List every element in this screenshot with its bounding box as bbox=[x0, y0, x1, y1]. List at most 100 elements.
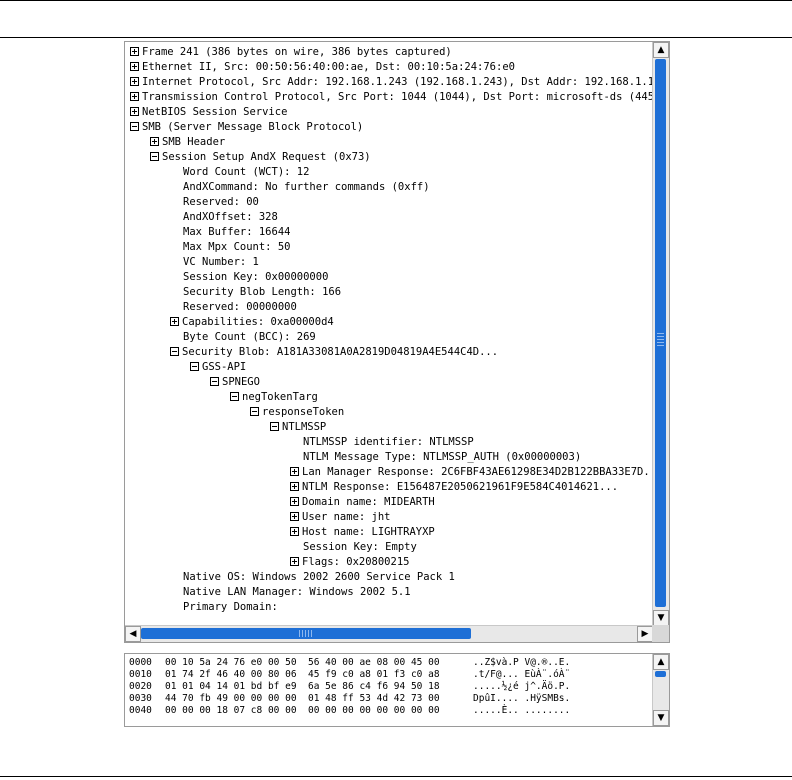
expand-plus-icon[interactable] bbox=[130, 92, 139, 101]
tree-row[interactable]: Max Mpx Count: 50 bbox=[183, 240, 290, 255]
packet-details-vertical-scrollbar[interactable]: ▲ ▼ bbox=[652, 42, 669, 626]
tree-row[interactable]: Security Blob Length: 166 bbox=[183, 285, 341, 300]
tree-row[interactable]: Reserved: 00000000 bbox=[183, 300, 297, 315]
tree-row[interactable]: Flags: 0x20800215 bbox=[290, 555, 409, 570]
tree-row[interactable]: Host name: LIGHTRAYXP bbox=[290, 525, 435, 540]
tree-row[interactable]: User name: jht bbox=[290, 510, 391, 525]
packet-bytes-pane[interactable]: 0000 00 10 5a 24 76 e0 00 50 56 40 00 ae … bbox=[124, 653, 670, 727]
vertical-scroll-thumb[interactable] bbox=[655, 671, 666, 677]
tree-row[interactable]: Reserved: 00 bbox=[183, 195, 259, 210]
tree-row-label: Reserved: 00 bbox=[183, 196, 259, 208]
packet-bytes-vertical-scrollbar[interactable]: ▲ ▼ bbox=[652, 654, 669, 726]
collapse-minus-icon[interactable] bbox=[230, 392, 239, 401]
expand-plus-icon[interactable] bbox=[290, 557, 299, 566]
collapse-minus-icon[interactable] bbox=[210, 377, 219, 386]
tree-row-label: Frame 241 (386 bytes on wire, 386 bytes … bbox=[142, 46, 452, 58]
tree-row[interactable]: Security Blob: A181A33081A0A2819D04819A4… bbox=[170, 345, 498, 360]
tree-row-label: Word Count (WCT): 12 bbox=[183, 166, 310, 178]
packet-details-tree[interactable]: Frame 241 (386 bytes on wire, 386 bytes … bbox=[125, 42, 653, 626]
tree-row[interactable]: Word Count (WCT): 12 bbox=[183, 165, 309, 180]
tree-row[interactable]: Session Setup AndX Request (0x73) bbox=[150, 150, 371, 165]
tree-row-label: SPNEGO bbox=[222, 376, 260, 388]
tree-row-label: User name: jht bbox=[302, 511, 391, 523]
horizontal-scroll-thumb[interactable] bbox=[141, 628, 471, 639]
packet-details-pane[interactable]: Frame 241 (386 bytes on wire, 386 bytes … bbox=[124, 41, 670, 643]
tree-row[interactable]: Ethernet II, Src: 00:50:56:40:00:ae, Dst… bbox=[130, 60, 515, 75]
tree-row[interactable]: Domain name: MIDEARTH bbox=[290, 495, 435, 510]
tree-row[interactable]: negTokenTarg bbox=[230, 390, 318, 405]
tree-row[interactable]: Session Key: 0x00000000 bbox=[183, 270, 328, 285]
tree-row[interactable]: NTLMSSP bbox=[270, 420, 326, 435]
tree-row-label: Transmission Control Protocol, Src Port:… bbox=[142, 91, 653, 103]
hex-ascii: DpûI.... .HÿSMBs. bbox=[473, 693, 571, 704]
tree-row[interactable]: Frame 241 (386 bytes on wire, 386 bytes … bbox=[130, 45, 452, 60]
top-rule bbox=[0, 0, 792, 1]
grip-icon bbox=[299, 630, 313, 637]
tree-row[interactable]: SPNEGO bbox=[210, 375, 260, 390]
tree-row[interactable]: Byte Count (BCC): 269 bbox=[183, 330, 316, 345]
tree-row[interactable]: Max Buffer: 16644 bbox=[183, 225, 290, 240]
tree-row[interactable]: NetBIOS Session Service bbox=[130, 105, 287, 120]
tree-row[interactable]: AndXCommand: No further commands (0xff) bbox=[183, 180, 430, 195]
expand-plus-icon[interactable] bbox=[290, 527, 299, 536]
hex-dump[interactable]: 0000 00 10 5a 24 76 e0 00 50 56 40 00 ae … bbox=[125, 654, 651, 726]
tree-row-label: NTLMSSP identifier: NTLMSSP bbox=[303, 436, 474, 448]
collapse-minus-icon[interactable] bbox=[270, 422, 279, 431]
scroll-down-arrow-icon[interactable]: ▼ bbox=[653, 710, 669, 726]
expand-plus-icon[interactable] bbox=[290, 497, 299, 506]
tree-row[interactable]: Transmission Control Protocol, Src Port:… bbox=[130, 90, 653, 105]
collapse-minus-icon[interactable] bbox=[250, 407, 259, 416]
tree-row[interactable]: NTLM Message Type: NTLMSSP_AUTH (0x00000… bbox=[303, 450, 581, 465]
tree-row[interactable]: VC Number: 1 bbox=[183, 255, 259, 270]
tree-row[interactable]: Primary Domain: bbox=[183, 600, 278, 615]
scroll-up-arrow-icon[interactable]: ▲ bbox=[653, 654, 669, 670]
tree-row-label: Security Blob Length: 166 bbox=[183, 286, 342, 298]
expand-plus-icon[interactable] bbox=[130, 77, 139, 86]
expand-plus-icon[interactable] bbox=[290, 467, 299, 476]
tree-row-label: responseToken bbox=[262, 406, 345, 418]
tree-row[interactable]: Internet Protocol, Src Addr: 192.168.1.2… bbox=[130, 75, 653, 90]
tree-row[interactable]: Lan Manager Response: 2C6FBF43AE61298E34… bbox=[290, 465, 653, 480]
tree-row[interactable]: Capabilities: 0xa00000d4 bbox=[170, 315, 334, 330]
tree-row[interactable]: GSS-API bbox=[190, 360, 246, 375]
hex-bytes: 44 70 fb 49 00 00 00 00 01 48 ff 53 4d 4… bbox=[165, 693, 440, 704]
hex-offset: 0010 bbox=[129, 669, 152, 680]
expand-plus-icon[interactable] bbox=[130, 47, 139, 56]
scroll-left-arrow-icon[interactable]: ◀ bbox=[125, 626, 141, 642]
tree-row-label: SMB (Server Message Block Protocol) bbox=[142, 121, 364, 133]
tree-row[interactable]: responseToken bbox=[250, 405, 344, 420]
scroll-up-arrow-icon[interactable]: ▲ bbox=[653, 42, 669, 58]
expand-plus-icon[interactable] bbox=[290, 482, 299, 491]
vertical-scroll-thumb[interactable] bbox=[655, 59, 666, 607]
tree-row[interactable]: NTLMSSP identifier: NTLMSSP bbox=[303, 435, 474, 450]
bottom-rule bbox=[0, 776, 792, 777]
tree-row[interactable]: Session Key: Empty bbox=[303, 540, 417, 555]
tree-row[interactable]: SMB (Server Message Block Protocol) bbox=[130, 120, 363, 135]
tree-row[interactable]: AndXOffset: 328 bbox=[183, 210, 278, 225]
scroll-right-arrow-icon[interactable]: ▶ bbox=[637, 626, 653, 642]
tree-row-label: Max Buffer: 16644 bbox=[183, 226, 291, 238]
tree-row[interactable]: SMB Header bbox=[150, 135, 225, 150]
hex-offset: 0000 bbox=[129, 657, 152, 668]
tree-row-label: NTLM Message Type: NTLMSSP_AUTH (0x00000… bbox=[303, 451, 582, 463]
tree-row-label: NTLMSSP bbox=[282, 421, 327, 433]
tree-row[interactable]: NTLM Response: E156487E2050621961F9E584C… bbox=[290, 480, 618, 495]
expand-plus-icon[interactable] bbox=[130, 107, 139, 116]
collapse-minus-icon[interactable] bbox=[130, 122, 139, 131]
expand-plus-icon[interactable] bbox=[150, 137, 159, 146]
expand-plus-icon[interactable] bbox=[170, 317, 179, 326]
collapse-minus-icon[interactable] bbox=[170, 347, 179, 356]
packet-details-horizontal-scrollbar[interactable]: ◀ ▶ bbox=[125, 625, 653, 642]
collapse-minus-icon[interactable] bbox=[150, 152, 159, 161]
tree-row-label: Internet Protocol, Src Addr: 192.168.1.2… bbox=[142, 76, 653, 88]
tree-row-label: Byte Count (BCC): 269 bbox=[183, 331, 316, 343]
hex-offset: 0040 bbox=[129, 705, 152, 716]
tree-row-label: Host name: LIGHTRAYXP bbox=[302, 526, 435, 538]
collapse-minus-icon[interactable] bbox=[190, 362, 199, 371]
scroll-down-arrow-icon[interactable]: ▼ bbox=[653, 610, 669, 626]
expand-plus-icon[interactable] bbox=[290, 512, 299, 521]
tree-row[interactable]: Native OS: Windows 2002 2600 Service Pac… bbox=[183, 570, 455, 585]
tree-row[interactable]: Native LAN Manager: Windows 2002 5.1 bbox=[183, 585, 411, 600]
expand-plus-icon[interactable] bbox=[130, 62, 139, 71]
hex-ascii: .....È.. ........ bbox=[473, 705, 571, 716]
